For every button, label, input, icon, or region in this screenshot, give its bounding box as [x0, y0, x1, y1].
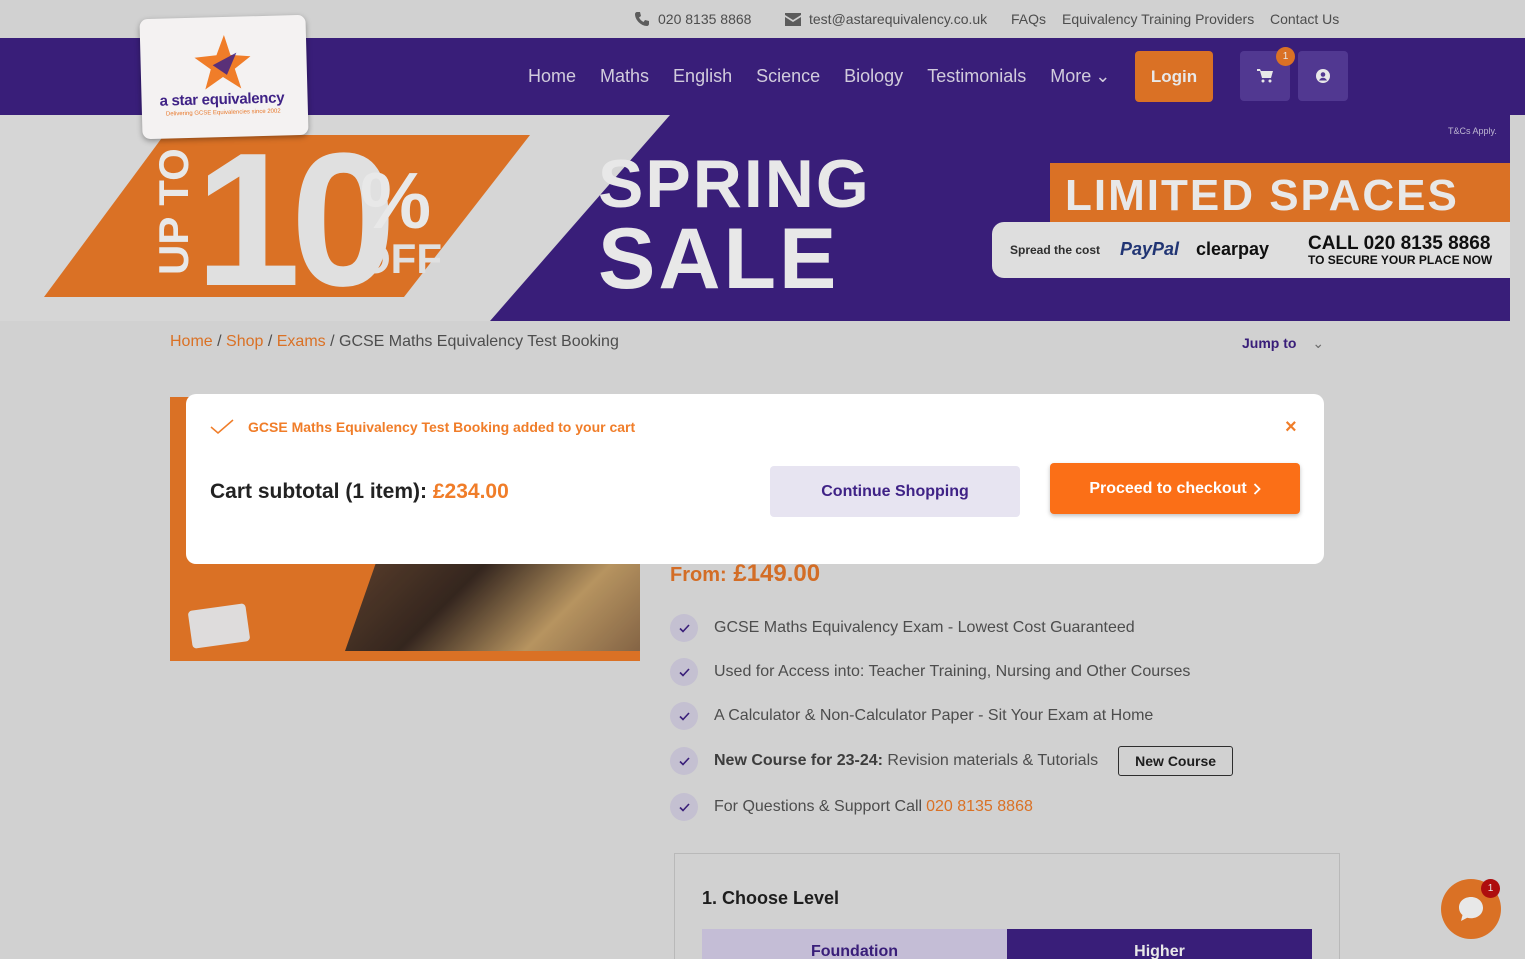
close-icon[interactable]: ×: [1285, 416, 1297, 439]
logo-tagline: Delivering GCSE Equivalencies since 2002: [165, 108, 281, 118]
proceed-to-checkout-button[interactable]: Proceed to checkout: [1050, 463, 1300, 514]
site-logo[interactable]: a star equivalency Delivering GCSE Equiv…: [139, 14, 309, 140]
cart-subtotal: Cart subtotal (1 item): £234.00: [210, 480, 509, 504]
continue-shopping-button[interactable]: Continue Shopping: [770, 466, 1020, 517]
star-logo-icon: [194, 34, 251, 90]
check-icon: [210, 419, 234, 434]
added-message: GCSE Maths Equivalency Test Booking adde…: [210, 419, 635, 435]
added-message-text: GCSE Maths Equivalency Test Booking adde…: [248, 419, 636, 435]
chevron-right-icon: [1253, 482, 1261, 495]
logo-text: a star equivalency: [159, 89, 285, 110]
checkout-label: Proceed to checkout: [1089, 479, 1247, 497]
added-to-cart-modal: GCSE Maths Equivalency Test Booking adde…: [186, 394, 1324, 564]
subtotal-label: Cart subtotal (1 item):: [210, 480, 428, 503]
subtotal-amount: £234.00: [432, 480, 509, 503]
